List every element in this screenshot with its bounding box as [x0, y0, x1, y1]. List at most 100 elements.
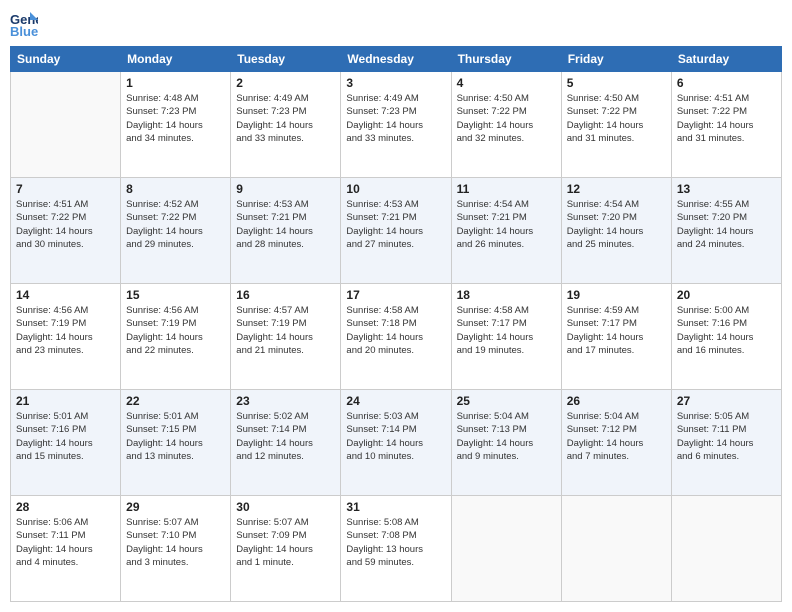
calendar-table: SundayMondayTuesdayWednesdayThursdayFrid…	[10, 46, 782, 602]
day-info: Sunrise: 4:55 AM Sunset: 7:20 PM Dayligh…	[677, 198, 776, 251]
day-header-tuesday: Tuesday	[231, 47, 341, 72]
day-number: 11	[457, 182, 556, 196]
day-info: Sunrise: 5:01 AM Sunset: 7:15 PM Dayligh…	[126, 410, 225, 463]
week-row-1: 1 Sunrise: 4:48 AM Sunset: 7:23 PM Daylig…	[11, 72, 782, 178]
day-cell: 6 Sunrise: 4:51 AM Sunset: 7:22 PM Daylig…	[671, 72, 781, 178]
day-info: Sunrise: 4:58 AM Sunset: 7:17 PM Dayligh…	[457, 304, 556, 357]
day-number: 26	[567, 394, 666, 408]
day-number: 6	[677, 76, 776, 90]
week-row-2: 7Sunrise: 4:51 AM Sunset: 7:22 PM Daylig…	[11, 178, 782, 284]
day-cell: 9 Sunrise: 4:53 AM Sunset: 7:21 PM Daylig…	[231, 178, 341, 284]
logo: General Blue	[10, 10, 42, 38]
day-info: Sunrise: 5:04 AM Sunset: 7:13 PM Dayligh…	[457, 410, 556, 463]
day-info: Sunrise: 4:58 AM Sunset: 7:18 PM Dayligh…	[346, 304, 445, 357]
day-info: Sunrise: 5:05 AM Sunset: 7:11 PM Dayligh…	[677, 410, 776, 463]
day-cell: 29 Sunrise: 5:07 AM Sunset: 7:10 PM Dayli…	[121, 496, 231, 602]
week-row-5: 28 Sunrise: 5:06 AM Sunset: 7:11 PM Dayli…	[11, 496, 782, 602]
day-header-friday: Friday	[561, 47, 671, 72]
day-cell: 30 Sunrise: 5:07 AM Sunset: 7:09 PM Dayli…	[231, 496, 341, 602]
day-number: 1	[126, 76, 225, 90]
week-row-4: 21 Sunrise: 5:01 AM Sunset: 7:16 PM Dayli…	[11, 390, 782, 496]
day-header-sunday: Sunday	[11, 47, 121, 72]
day-info: Sunrise: 4:59 AM Sunset: 7:17 PM Dayligh…	[567, 304, 666, 357]
day-cell: 11Sunrise: 4:54 AM Sunset: 7:21 PM Dayli…	[451, 178, 561, 284]
day-number: 21	[16, 394, 115, 408]
week-row-3: 14 Sunrise: 4:56 AM Sunset: 7:19 PM Dayli…	[11, 284, 782, 390]
day-cell: 25 Sunrise: 5:04 AM Sunset: 7:13 PM Dayli…	[451, 390, 561, 496]
day-number: 8	[126, 182, 225, 196]
day-info: Sunrise: 4:51 AM Sunset: 7:22 PM Dayligh…	[16, 198, 115, 251]
day-number: 24	[346, 394, 445, 408]
day-info: Sunrise: 5:07 AM Sunset: 7:09 PM Dayligh…	[236, 516, 335, 569]
day-info: Sunrise: 4:54 AM Sunset: 7:20 PM Dayligh…	[567, 198, 666, 251]
day-number: 3	[346, 76, 445, 90]
day-number: 27	[677, 394, 776, 408]
day-number: 25	[457, 394, 556, 408]
day-number: 28	[16, 500, 115, 514]
day-cell: 17 Sunrise: 4:58 AM Sunset: 7:18 PM Dayli…	[341, 284, 451, 390]
day-info: Sunrise: 4:52 AM Sunset: 7:22 PM Dayligh…	[126, 198, 225, 251]
day-number: 18	[457, 288, 556, 302]
day-number: 19	[567, 288, 666, 302]
day-number: 30	[236, 500, 335, 514]
day-info: Sunrise: 4:51 AM Sunset: 7:22 PM Dayligh…	[677, 92, 776, 145]
day-number: 17	[346, 288, 445, 302]
day-info: Sunrise: 5:01 AM Sunset: 7:16 PM Dayligh…	[16, 410, 115, 463]
day-cell: 5Sunrise: 4:50 AM Sunset: 7:22 PM Daylig…	[561, 72, 671, 178]
day-number: 9	[236, 182, 335, 196]
day-number: 31	[346, 500, 445, 514]
day-info: Sunrise: 5:07 AM Sunset: 7:10 PM Dayligh…	[126, 516, 225, 569]
day-cell: 21 Sunrise: 5:01 AM Sunset: 7:16 PM Dayli…	[11, 390, 121, 496]
calendar-header-row: SundayMondayTuesdayWednesdayThursdayFrid…	[11, 47, 782, 72]
day-info: Sunrise: 4:56 AM Sunset: 7:19 PM Dayligh…	[126, 304, 225, 357]
day-info: Sunrise: 4:49 AM Sunset: 7:23 PM Dayligh…	[346, 92, 445, 145]
logo-icon: General Blue	[10, 10, 38, 38]
day-info: Sunrise: 4:53 AM Sunset: 7:21 PM Dayligh…	[236, 198, 335, 251]
day-info: Sunrise: 4:57 AM Sunset: 7:19 PM Dayligh…	[236, 304, 335, 357]
day-cell	[671, 496, 781, 602]
day-header-wednesday: Wednesday	[341, 47, 451, 72]
day-cell: 28 Sunrise: 5:06 AM Sunset: 7:11 PM Dayli…	[11, 496, 121, 602]
header: General Blue	[10, 10, 782, 38]
day-number: 15	[126, 288, 225, 302]
day-number: 10	[346, 182, 445, 196]
day-cell: 8 Sunrise: 4:52 AM Sunset: 7:22 PM Daylig…	[121, 178, 231, 284]
day-cell: 24 Sunrise: 5:03 AM Sunset: 7:14 PM Dayli…	[341, 390, 451, 496]
day-cell: 26 Sunrise: 5:04 AM Sunset: 7:12 PM Dayli…	[561, 390, 671, 496]
day-info: Sunrise: 4:53 AM Sunset: 7:21 PM Dayligh…	[346, 198, 445, 251]
day-header-monday: Monday	[121, 47, 231, 72]
day-number: 2	[236, 76, 335, 90]
day-number: 13	[677, 182, 776, 196]
day-number: 5	[567, 76, 666, 90]
day-cell: 16 Sunrise: 4:57 AM Sunset: 7:19 PM Dayli…	[231, 284, 341, 390]
day-number: 16	[236, 288, 335, 302]
day-cell	[451, 496, 561, 602]
day-cell: 19 Sunrise: 4:59 AM Sunset: 7:17 PM Dayli…	[561, 284, 671, 390]
day-number: 14	[16, 288, 115, 302]
day-cell: 20Sunrise: 5:00 AM Sunset: 7:16 PM Dayli…	[671, 284, 781, 390]
day-cell: 12 Sunrise: 4:54 AM Sunset: 7:20 PM Dayli…	[561, 178, 671, 284]
day-cell: 1 Sunrise: 4:48 AM Sunset: 7:23 PM Daylig…	[121, 72, 231, 178]
day-cell: 14 Sunrise: 4:56 AM Sunset: 7:19 PM Dayli…	[11, 284, 121, 390]
svg-text:Blue: Blue	[10, 24, 38, 38]
day-info: Sunrise: 5:08 AM Sunset: 7:08 PM Dayligh…	[346, 516, 445, 569]
day-number: 12	[567, 182, 666, 196]
day-info: Sunrise: 4:49 AM Sunset: 7:23 PM Dayligh…	[236, 92, 335, 145]
day-info: Sunrise: 4:56 AM Sunset: 7:19 PM Dayligh…	[16, 304, 115, 357]
day-number: 4	[457, 76, 556, 90]
day-cell: 7Sunrise: 4:51 AM Sunset: 7:22 PM Daylig…	[11, 178, 121, 284]
day-info: Sunrise: 5:06 AM Sunset: 7:11 PM Dayligh…	[16, 516, 115, 569]
day-number: 23	[236, 394, 335, 408]
day-cell: 31 Sunrise: 5:08 AM Sunset: 7:08 PM Dayli…	[341, 496, 451, 602]
day-number: 29	[126, 500, 225, 514]
day-cell: 3 Sunrise: 4:49 AM Sunset: 7:23 PM Daylig…	[341, 72, 451, 178]
day-cell: 13 Sunrise: 4:55 AM Sunset: 7:20 PM Dayli…	[671, 178, 781, 284]
day-cell	[561, 496, 671, 602]
calendar-page: General Blue SundayMondayTuesdayWednesda…	[0, 0, 792, 612]
day-cell: 4Sunrise: 4:50 AM Sunset: 7:22 PM Daylig…	[451, 72, 561, 178]
day-cell: 15 Sunrise: 4:56 AM Sunset: 7:19 PM Dayli…	[121, 284, 231, 390]
day-info: Sunrise: 4:48 AM Sunset: 7:23 PM Dayligh…	[126, 92, 225, 145]
day-number: 22	[126, 394, 225, 408]
day-info: Sunrise: 5:03 AM Sunset: 7:14 PM Dayligh…	[346, 410, 445, 463]
day-info: Sunrise: 5:04 AM Sunset: 7:12 PM Dayligh…	[567, 410, 666, 463]
